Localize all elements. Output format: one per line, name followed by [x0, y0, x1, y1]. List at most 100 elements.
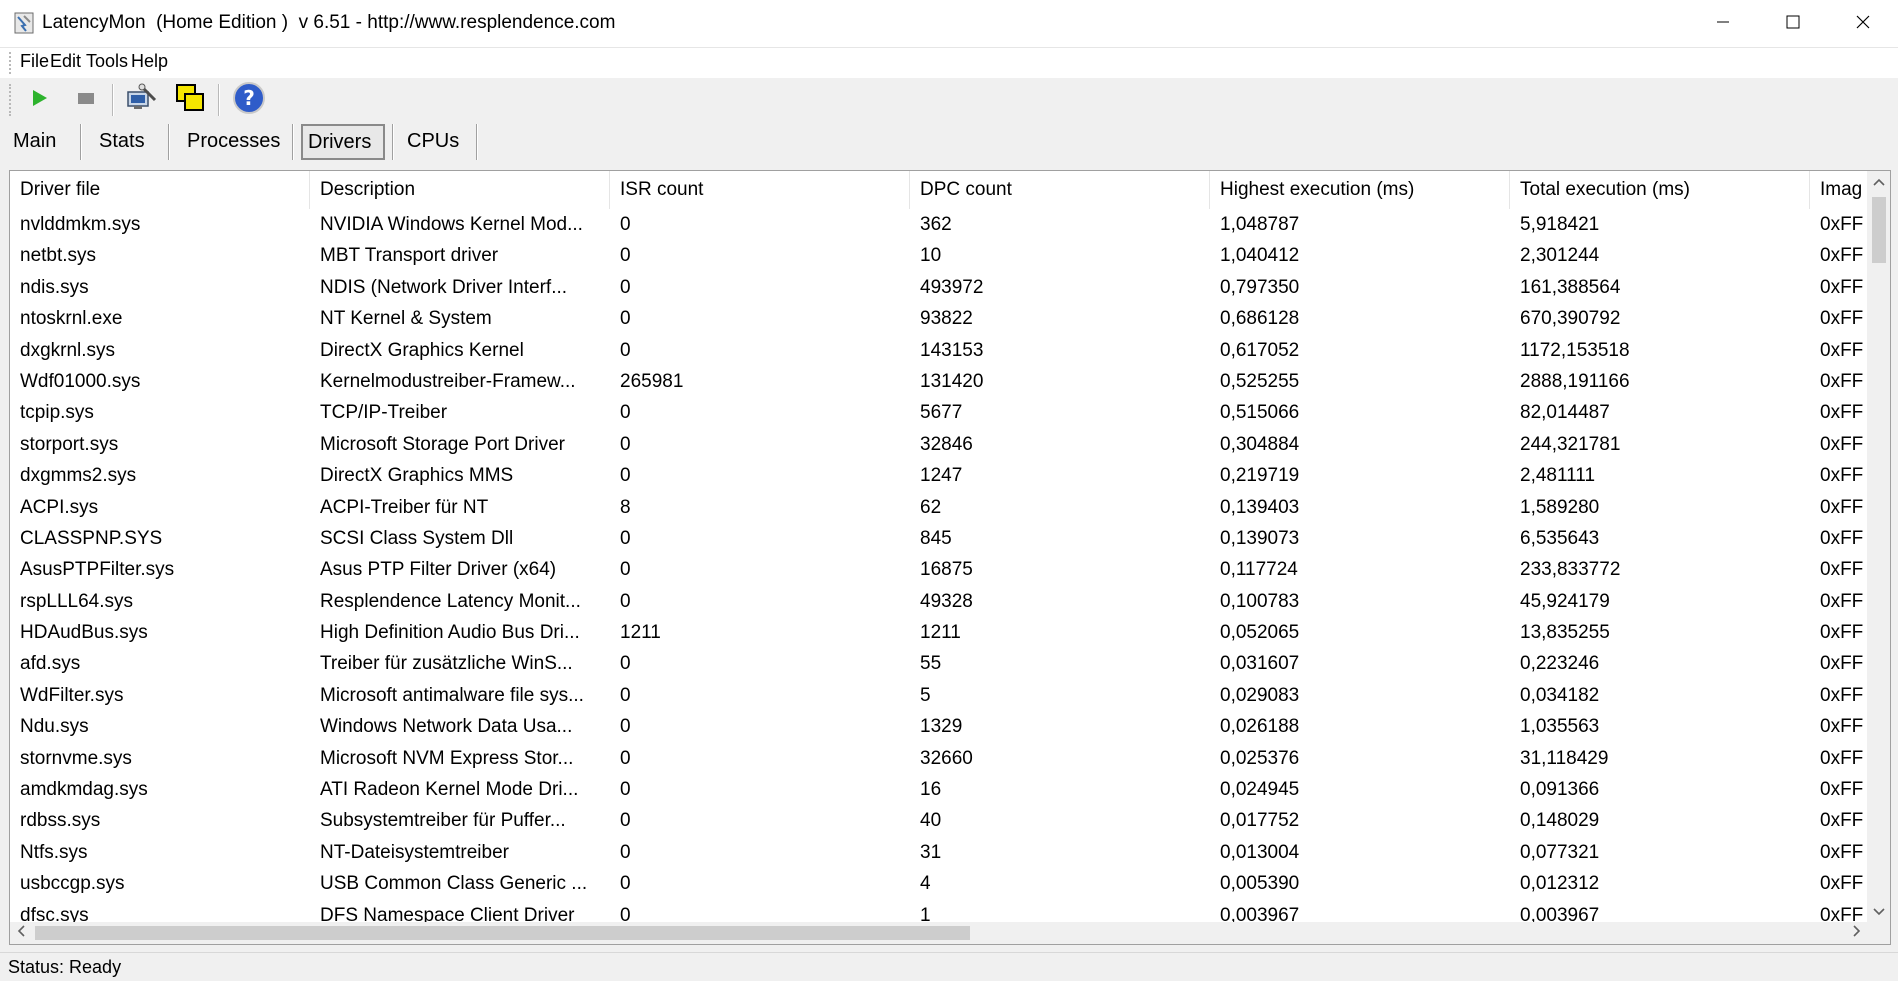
cell-image-base: 0xFF: [1820, 245, 1864, 267]
cell-total-execution: 1172,153518: [1520, 339, 1630, 361]
cell-description: ACPI-Treiber für NT: [320, 496, 489, 518]
cell-isr-count: 0: [620, 841, 631, 863]
cell-total-execution: 0,077321: [1520, 841, 1600, 863]
tab-cpus[interactable]: CPUs: [402, 123, 464, 159]
column-header-description[interactable]: Description: [310, 171, 610, 209]
table-row[interactable]: amdkmdag.sys ATI Radeon Kernel Mode Dri..…: [10, 774, 1868, 805]
start-button[interactable]: [21, 82, 57, 118]
table-row[interactable]: storport.sys Microsoft Storage Port Drive…: [10, 429, 1868, 460]
cell-total-execution: 2,481111: [1520, 465, 1596, 487]
table-row[interactable]: ACPI.sys ACPI-Treiber für NT 8 62 0,139403 1,…: [10, 492, 1868, 523]
vertical-scroll-thumb[interactable]: [1872, 197, 1886, 263]
cell-image-base: 0xFF: [1820, 622, 1864, 644]
vertical-scrollbar[interactable]: [1867, 171, 1890, 923]
table-row[interactable]: Ntfs.sys NT-Dateisystemtreiber 0 31 0,013004…: [10, 837, 1868, 868]
cell-isr-count: 0: [620, 433, 631, 455]
column-header-isr-count[interactable]: ISR count: [610, 171, 910, 209]
cell-total-execution: 244,321781: [1520, 433, 1621, 455]
table-row[interactable]: usbccgp.sys USB Common Class Generic ... 0…: [10, 868, 1868, 899]
close-button[interactable]: [1828, 0, 1898, 48]
cell-total-execution: 1,035563: [1520, 716, 1600, 738]
cell-image-base: 0xFF: [1820, 308, 1864, 330]
table-row[interactable]: rspLLL64.sys Resplendence Latency Monit..…: [10, 586, 1868, 617]
column-header-driver-file[interactable]: Driver file: [10, 171, 310, 209]
column-header-dpc-count[interactable]: DPC count: [910, 171, 1210, 209]
tab-processes[interactable]: Processes: [182, 123, 285, 159]
table-row[interactable]: HDAudBus.sys High Definition Audio Bus Dr…: [10, 617, 1868, 648]
minimize-button[interactable]: [1688, 0, 1758, 48]
scroll-right-button[interactable]: [1846, 922, 1868, 944]
windows-stack-icon: [174, 82, 206, 119]
menu-edit[interactable]: Edit: [47, 51, 84, 72]
table-row[interactable]: Wdf01000.sys Kernelmodustreiber-Framew...…: [10, 366, 1868, 397]
cell-description: Microsoft NVM Express Stor...: [320, 747, 574, 769]
cell-highest-execution: 0,100783: [1220, 590, 1300, 612]
table-row[interactable]: netbt.sys MBT Transport driver 0 10 1,040412…: [10, 240, 1868, 271]
tab-drivers[interactable]: Drivers: [301, 124, 385, 160]
cell-dpc-count: 493972: [920, 276, 984, 298]
cell-driver-file: tcpip.sys: [20, 402, 94, 424]
cell-highest-execution: 0,025376: [1220, 747, 1300, 769]
table-row[interactable]: dxgmms2.sys DirectX Graphics MMS 0 1247 0,21…: [10, 460, 1868, 491]
horizontal-scrollbar[interactable]: [10, 922, 1868, 944]
maximize-button[interactable]: [1758, 0, 1828, 48]
table-row[interactable]: ndis.sys NDIS (Network Driver Interf... 0 4…: [10, 272, 1868, 303]
windows-button[interactable]: [172, 82, 208, 118]
cell-total-execution: 45,924179: [1520, 590, 1610, 612]
cell-description: ATI Radeon Kernel Mode Dri...: [320, 779, 579, 801]
cell-total-execution: 161,388564: [1520, 276, 1621, 298]
table-row[interactable]: Ndu.sys Windows Network Data Usa... 0 1329 0…: [10, 711, 1868, 742]
drivers-table[interactable]: Driver file Description ISR count DPC co…: [9, 170, 1891, 945]
tab-main[interactable]: Main: [8, 123, 61, 159]
cell-driver-file: nvlddmkm.sys: [20, 214, 141, 235]
cell-highest-execution: 0,117724: [1220, 559, 1298, 581]
cell-dpc-count: 93822: [920, 308, 973, 330]
cell-description: NT-Dateisystemtreiber: [320, 841, 509, 863]
table-row[interactable]: ntoskrnl.exe NT Kernel & System 0 93822 0,68…: [10, 303, 1868, 334]
cell-description: TCP/IP-Treiber: [320, 402, 448, 424]
menu-help[interactable]: Help: [128, 51, 171, 72]
cell-total-execution: 0,003967: [1520, 904, 1600, 923]
help-button[interactable]: ?: [231, 81, 267, 118]
cell-image-base: 0xFF: [1820, 779, 1864, 801]
column-header-image-base[interactable]: Imag: [1810, 171, 1868, 209]
cell-dpc-count: 32846: [920, 433, 973, 455]
menu-bar: File Edit Tools Help: [0, 48, 1898, 78]
table-row[interactable]: AsusPTPFilter.sys Asus PTP Filter Driver …: [10, 554, 1868, 585]
scroll-left-button[interactable]: [10, 922, 32, 944]
cell-description: Microsoft Storage Port Driver: [320, 433, 565, 455]
cell-dpc-count: 1211: [920, 622, 961, 644]
table-row[interactable]: dfsc.sys DFS Namespace Client Driver 0 1 0,0…: [10, 900, 1868, 923]
menu-tools[interactable]: Tools: [83, 51, 131, 72]
column-header-total-execution[interactable]: Total execution (ms): [1510, 171, 1810, 209]
table-row[interactable]: tcpip.sys TCP/IP-Treiber 0 5677 0,515066 82,0…: [10, 397, 1868, 428]
table-row[interactable]: CLASSPNP.SYS SCSI Class System Dll 0 845 0,1…: [10, 523, 1868, 554]
toolbar-separator: [218, 84, 220, 116]
table-row[interactable]: nvlddmkm.sys NVIDIA Windows Kernel Mod...…: [10, 209, 1868, 240]
tab-stats[interactable]: Stats: [94, 123, 150, 159]
cell-isr-count: 0: [620, 245, 631, 267]
table-row[interactable]: afd.sys Treiber für zusätzliche WinS... 0 5…: [10, 648, 1868, 679]
table-row[interactable]: dxgkrnl.sys DirectX Graphics Kernel 0 14315…: [10, 335, 1868, 366]
scroll-down-button[interactable]: [1868, 901, 1890, 923]
table-row[interactable]: WdFilter.sys Microsoft antimalware file s…: [10, 680, 1868, 711]
cell-description: Windows Network Data Usa...: [320, 716, 573, 738]
scrollbar-corner: [1867, 922, 1890, 944]
cell-isr-count: 0: [620, 653, 631, 675]
stop-button[interactable]: [68, 82, 104, 118]
cell-description: DirectX Graphics MMS: [320, 465, 514, 487]
cell-image-base: 0xFF: [1820, 559, 1864, 581]
cell-highest-execution: 0,139403: [1220, 496, 1300, 518]
table-row[interactable]: rdbss.sys Subsystemtreiber für Puffer... 0…: [10, 805, 1868, 836]
analyze-button[interactable]: [123, 82, 159, 118]
column-header-highest-execution[interactable]: Highest execution (ms): [1210, 171, 1510, 209]
cell-total-execution: 0,091366: [1520, 779, 1600, 801]
scroll-up-button[interactable]: [1868, 171, 1890, 193]
table-row[interactable]: stornvme.sys Microsoft NVM Express Stor..…: [10, 743, 1868, 774]
cell-highest-execution: 1,048787: [1220, 214, 1300, 235]
cell-highest-execution: 0,304884: [1220, 433, 1300, 455]
cell-total-execution: 0,012312: [1520, 873, 1600, 895]
horizontal-scroll-thumb[interactable]: [35, 926, 970, 940]
cell-highest-execution: 0,003967: [1220, 904, 1300, 923]
cell-driver-file: Wdf01000.sys: [20, 370, 141, 392]
